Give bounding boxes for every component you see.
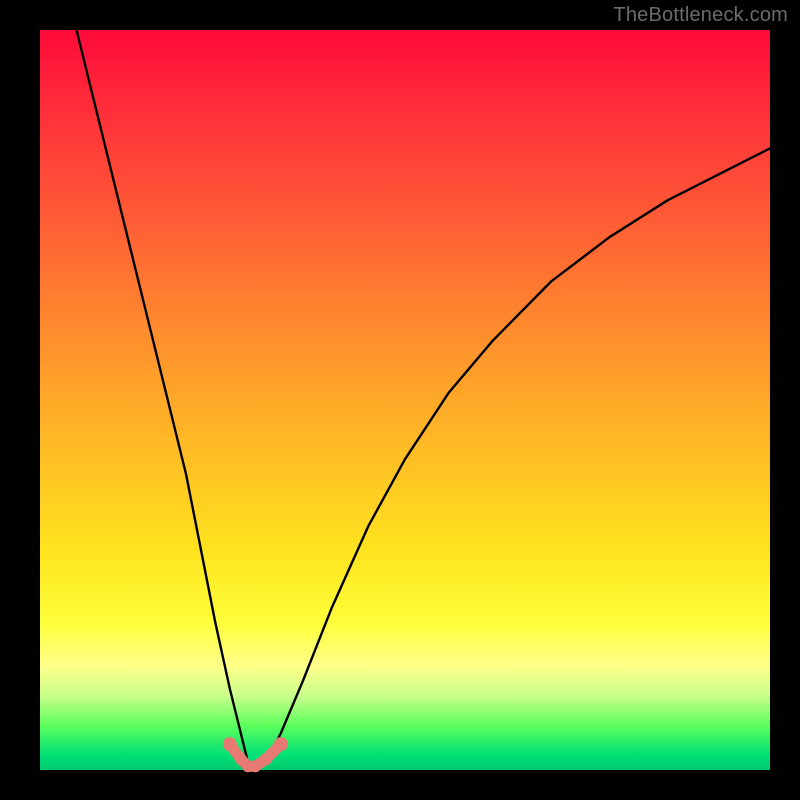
plot-area (40, 30, 770, 770)
bottleneck-curve (77, 30, 771, 770)
watermark-text: TheBottleneck.com (613, 4, 788, 27)
marker-dot (223, 737, 237, 751)
marker-dot (274, 737, 288, 751)
curve-overlay (40, 30, 770, 770)
chart-frame: TheBottleneck.com (0, 0, 800, 800)
marker-dot (260, 753, 272, 765)
marker-dot (249, 760, 261, 772)
